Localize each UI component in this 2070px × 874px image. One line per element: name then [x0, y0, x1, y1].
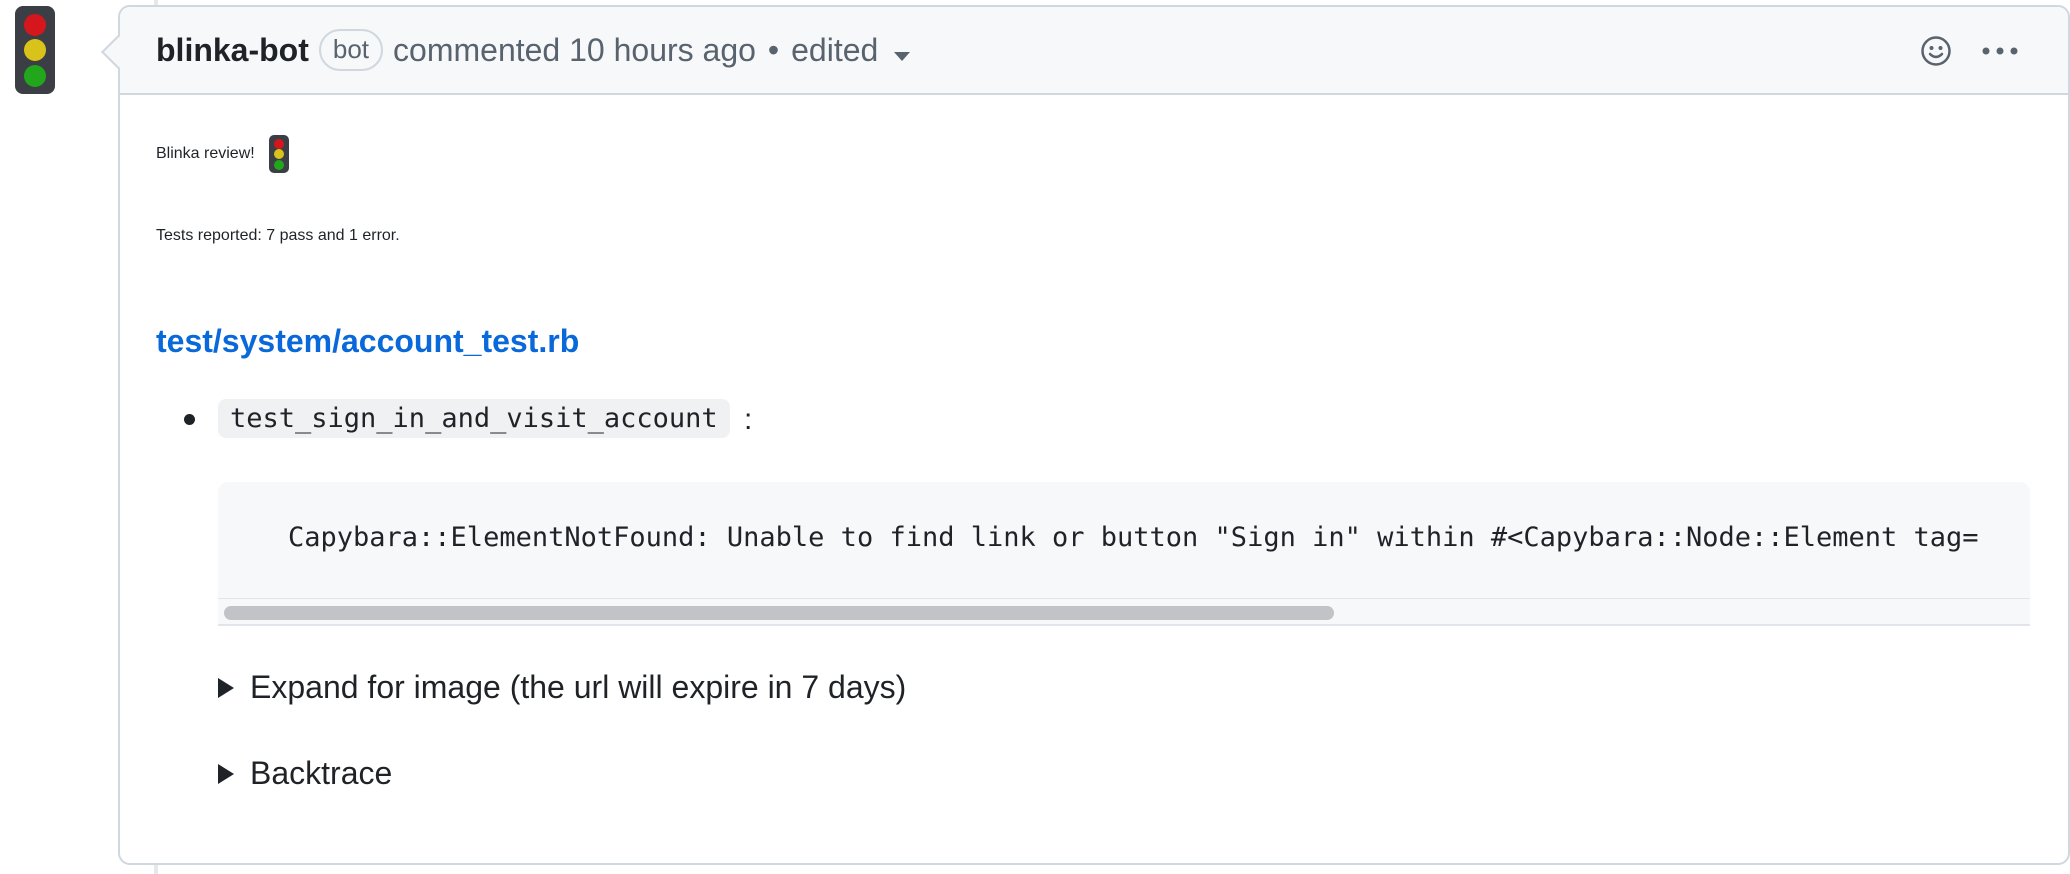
separator-dot: •: [767, 31, 780, 68]
avatar-green-light: [24, 64, 46, 87]
test-file-link[interactable]: test/system/account_test.rb: [156, 323, 579, 360]
greeting-text: Blinka review!: [156, 145, 255, 162]
scrollbar-thumb[interactable]: [224, 606, 1334, 620]
kebab-menu-icon[interactable]: [1982, 46, 2018, 56]
details-summary-label: Expand for image (the url will expire in…: [250, 669, 907, 705]
disclosure-triangle-icon: [218, 763, 234, 784]
test-name-code: test_sign_in_and_visit_account: [218, 399, 730, 438]
chevron-down-icon: [894, 51, 911, 61]
bot-badge: bot: [318, 29, 384, 71]
avatar[interactable]: [15, 6, 55, 94]
edited-label: edited: [791, 31, 879, 68]
greeting-line: Blinka review!: [156, 135, 289, 173]
author-link[interactable]: blinka-bot: [156, 32, 309, 69]
comment-timestamp[interactable]: commented 10 hours ago: [393, 32, 756, 69]
error-message: Capybara::ElementNotFound: Unable to fin…: [288, 522, 1979, 553]
comment-header: blinka-bot bot commented 10 hours ago • …: [120, 7, 2068, 95]
backtrace-details[interactable]: Backtrace: [218, 755, 392, 792]
tests-summary: Tests reported: 7 pass and 1 error.: [156, 227, 400, 244]
timeline-stage: blinka-bot bot commented 10 hours ago • …: [0, 0, 2070, 874]
edited-dropdown[interactable]: edited: [791, 31, 911, 69]
avatar-yellow-light: [24, 39, 46, 61]
traffic-light-icon: [268, 135, 289, 173]
details-summary-label: Backtrace: [250, 755, 393, 791]
comment-actions: [1920, 7, 2018, 95]
disclosure-triangle-icon: [218, 677, 234, 698]
expand-image-details[interactable]: Expand for image (the url will expire in…: [218, 669, 906, 706]
test-name-colon: :: [744, 403, 753, 436]
error-code-block[interactable]: Capybara::ElementNotFound: Unable to fin…: [218, 482, 2030, 626]
list-bullet: [184, 414, 195, 425]
avatar-red-light: [24, 13, 46, 36]
smiley-icon[interactable]: [1920, 35, 1952, 67]
horizontal-scrollbar[interactable]: [218, 598, 2030, 626]
comment-box: blinka-bot bot commented 10 hours ago • …: [101, 5, 2070, 865]
